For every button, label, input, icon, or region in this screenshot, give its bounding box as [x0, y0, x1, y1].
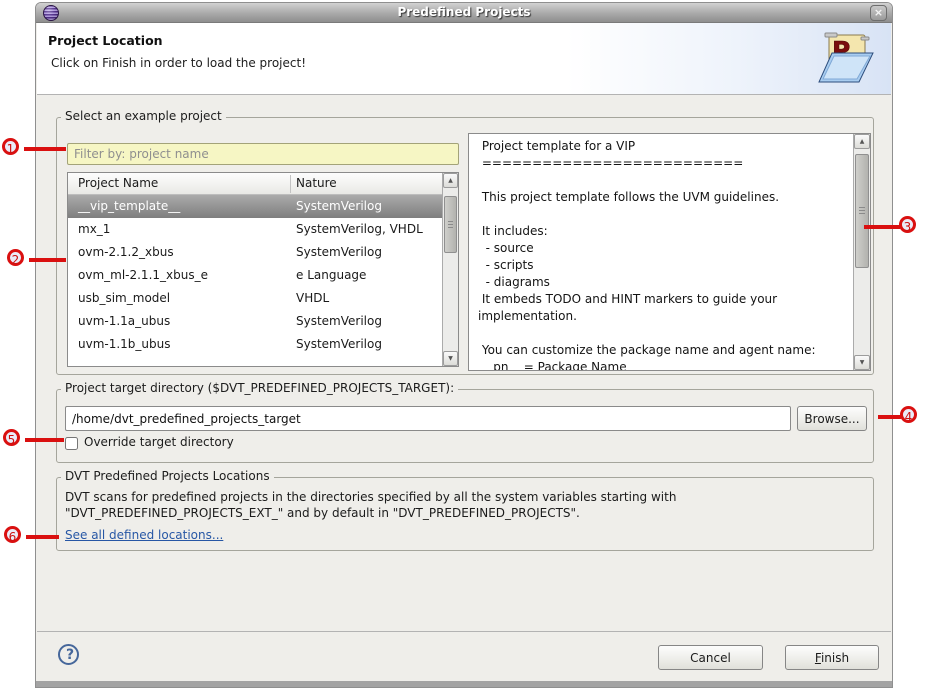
footer-separator: [37, 631, 891, 632]
close-button[interactable]: ×: [870, 5, 887, 21]
table-row-uvm-1-1a-ubus[interactable]: uvm-1.1a_ubus SystemVerilog: [68, 310, 443, 333]
description-scrollbar[interactable]: ▲ ▼: [853, 134, 870, 370]
scroll-down-icon[interactable]: ▼: [443, 351, 458, 366]
window-bottom-border: [36, 681, 892, 687]
table-header[interactable]: Project Name Nature: [68, 173, 443, 195]
callout-5-arrow: [25, 438, 64, 442]
callout-1: 1: [2, 138, 19, 155]
table-scrollbar-thumb[interactable]: [444, 196, 457, 253]
callout-2-arrow: [29, 258, 66, 262]
page-subtitle: Click on Finish in order to load the pro…: [51, 56, 306, 70]
target-directory-group-label: Project target directory ($DVT_PREDEFINE…: [61, 381, 458, 395]
scrollbar-grip: [448, 221, 453, 228]
titlebar[interactable]: Predefined Projects ×: [36, 3, 892, 23]
column-divider: [290, 175, 291, 193]
scroll-up-icon[interactable]: ▲: [854, 134, 870, 149]
locations-description-line2: "DVT_PREDEFINED_PROJECTS_EXT_" and by de…: [65, 506, 580, 520]
help-button[interactable]: ?: [58, 644, 79, 665]
table-scrollbar[interactable]: ▲ ▼: [442, 173, 458, 366]
locations-description-line1: DVT scans for predefined projects in the…: [65, 490, 676, 504]
callout-2: 2: [7, 249, 24, 266]
browse-button[interactable]: Browse...: [797, 406, 867, 431]
locations-group: DVT Predefined Projects Locations DVT sc…: [56, 477, 874, 551]
screenshot-canvas: Predefined Projects × Project Location C…: [0, 0, 930, 689]
template-description-text: Project template for a VIP =============…: [469, 138, 853, 371]
callout-4-arrow: [878, 415, 901, 419]
table-row-uvm-1-1b-ubus[interactable]: uvm-1.1b_ubus SystemVerilog: [68, 333, 443, 356]
close-icon: ×: [874, 6, 883, 19]
see-all-locations-link[interactable]: See all defined locations...: [65, 528, 223, 542]
column-header-project-name[interactable]: Project Name: [78, 176, 158, 190]
window-title: Predefined Projects: [36, 5, 892, 19]
callout-3-arrow: [864, 225, 900, 229]
project-folder-icon: P: [815, 28, 879, 86]
example-project-group-label: Select an example project: [61, 109, 226, 123]
callout-3: 3: [899, 216, 916, 233]
callout-4: 4: [900, 406, 917, 423]
override-target-label[interactable]: Override target directory: [84, 435, 234, 449]
column-header-nature[interactable]: Nature: [296, 176, 337, 190]
callout-5: 5: [3, 429, 20, 446]
scrollbar-grip: [859, 207, 865, 214]
page-title: Project Location: [48, 33, 163, 48]
scroll-up-icon[interactable]: ▲: [443, 173, 458, 188]
finish-button[interactable]: Finish: [785, 645, 879, 670]
table-row-vip-template[interactable]: __vip_template__ SystemVerilog: [68, 195, 443, 218]
filter-input[interactable]: [67, 143, 459, 165]
callout-6: 6: [4, 526, 21, 543]
wizard-header: Project Location Click on Finish in orde…: [37, 23, 891, 95]
override-target-checkbox[interactable]: [65, 437, 78, 450]
cancel-button[interactable]: Cancel: [658, 645, 763, 670]
target-directory-group: Project target directory ($DVT_PREDEFINE…: [56, 389, 874, 463]
table-row-ovm-ml-xbus-e[interactable]: ovm_ml-2.1.1_xbus_e e Language: [68, 264, 443, 287]
predefined-projects-dialog: Predefined Projects × Project Location C…: [35, 2, 893, 688]
table-row-usb-sim-model[interactable]: usb_sim_model VHDL: [68, 287, 443, 310]
target-directory-input[interactable]: [65, 406, 791, 431]
locations-group-label: DVT Predefined Projects Locations: [61, 469, 274, 483]
scroll-down-icon[interactable]: ▼: [854, 355, 870, 370]
help-icon: ?: [66, 647, 74, 663]
example-project-group: Select an example project Project Name N…: [56, 117, 874, 375]
template-description-panel[interactable]: Project template for a VIP =============…: [468, 133, 871, 371]
table-row-ovm-xbus[interactable]: ovm-2.1.2_xbus SystemVerilog: [68, 241, 443, 264]
callout-6-arrow: [26, 535, 59, 539]
description-scrollbar-thumb[interactable]: [855, 154, 869, 268]
project-table[interactable]: Project Name Nature __vip_template__ Sys…: [67, 172, 459, 367]
callout-1-arrow: [24, 147, 66, 151]
table-row-mx1[interactable]: mx_1 SystemVerilog, VHDL: [68, 218, 443, 241]
